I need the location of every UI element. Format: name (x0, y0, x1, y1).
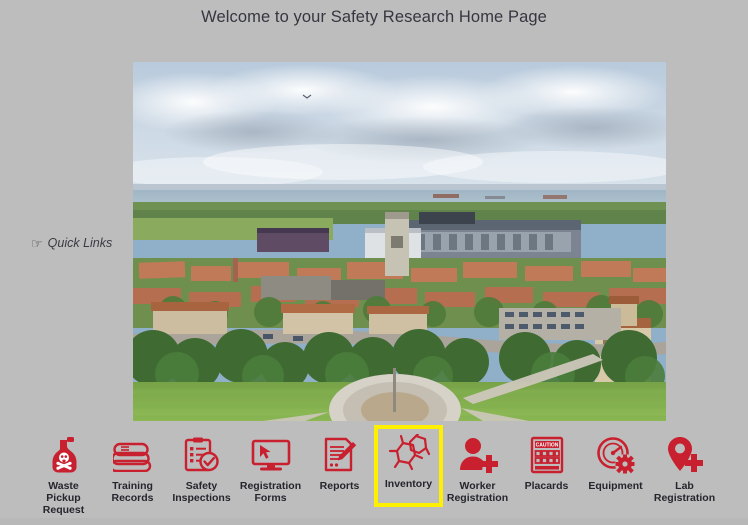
quick-link-placards[interactable]: CAUTION Placards (512, 425, 581, 495)
quick-link-waste-pickup-request[interactable]: Waste Pickup Request (29, 425, 98, 519)
monitor-cursor-icon (249, 434, 293, 476)
quick-link-label: Reports (319, 480, 360, 492)
gauge-gear-icon (594, 434, 638, 476)
quick-link-training-records[interactable]: Training Records (98, 425, 167, 507)
clipboard-check-icon (180, 434, 224, 476)
aerial-campus-photo (133, 62, 666, 421)
quick-link-worker-registration[interactable]: Worker Registration (443, 425, 512, 507)
quick-link-label: Registration Forms (239, 480, 302, 504)
map-pin-plus-icon (663, 434, 707, 476)
placard-caution-text: CAUTION (535, 443, 558, 449)
quick-links-label: ☞ Quick Links (31, 236, 112, 250)
person-plus-icon (456, 434, 500, 476)
quick-link-label: Placards (524, 480, 569, 492)
caution-placard-icon: CAUTION (525, 434, 569, 476)
hazard-jug-skull-icon (42, 434, 86, 476)
quick-link-lab-registration[interactable]: Lab Registration (650, 425, 719, 507)
quick-link-label: Safety Inspections (172, 480, 231, 504)
quick-link-label: Training Records (111, 480, 154, 504)
quick-link-label: Inventory (384, 478, 433, 490)
quick-link-reports[interactable]: Reports (305, 425, 374, 495)
quick-link-label: Waste Pickup Request (42, 480, 85, 516)
page-title: Welcome to your Safety Research Home Pag… (201, 8, 547, 26)
quick-link-label: Worker Registration (446, 480, 509, 504)
quick-link-registration-forms[interactable]: Registration Forms (236, 425, 305, 507)
bottom-cutoff-strip (0, 518, 748, 525)
quick-link-inventory[interactable]: Inventory (374, 425, 443, 507)
pointing-hand-icon: ☞ (31, 235, 43, 251)
document-pencil-icon (318, 434, 362, 476)
quick-link-safety-inspections[interactable]: Safety Inspections (167, 425, 236, 507)
quick-link-label: Equipment (588, 480, 643, 492)
molecule-icon (387, 432, 431, 474)
quick-links-text: Quick Links (47, 236, 113, 250)
quick-link-label: Lab Registration (653, 480, 716, 504)
quick-link-equipment[interactable]: Equipment (581, 425, 650, 495)
quick-links-icon-bar: Waste Pickup Request Training Records Sa… (0, 425, 748, 517)
stacked-books-icon (111, 434, 155, 476)
